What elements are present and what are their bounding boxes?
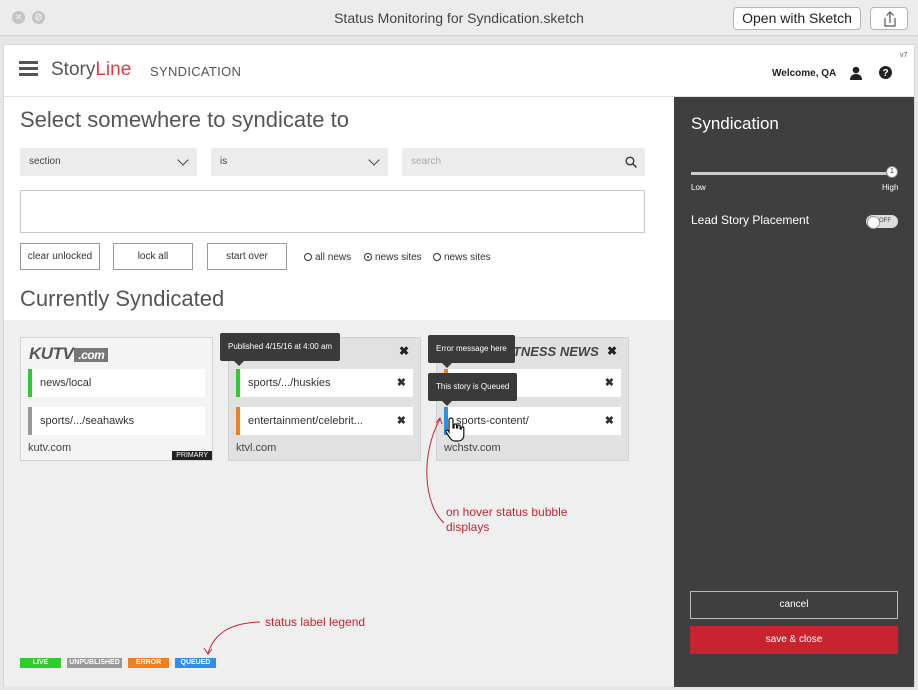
lead-story-label: Lead Story Placement <box>691 213 810 227</box>
app-header: StoryLine SYNDICATION v7 Welcome, QA ? <box>4 45 914 97</box>
chevron-down-icon <box>177 154 189 166</box>
remove-story-icon[interactable]: ✖ <box>397 407 406 435</box>
legend-error: ERROR <box>128 658 169 668</box>
storyline-logo: StoryLine <box>51 59 132 80</box>
destination-input[interactable] <box>20 190 645 233</box>
search-icon <box>625 156 637 168</box>
share-icon <box>884 11 896 27</box>
remove-story-icon[interactable]: ✖ <box>605 407 614 435</box>
remove-story-icon[interactable]: ✖ <box>397 369 406 397</box>
legend-queued: QUEUED <box>175 658 216 668</box>
clear-unlocked-button[interactable]: clear unlocked <box>20 243 100 270</box>
app-window: StoryLine SYNDICATION v7 Welcome, QA ? S… <box>3 44 915 687</box>
radio-news-sites-2[interactable]: news sites <box>433 252 491 263</box>
cancel-button[interactable]: cancel <box>690 591 898 619</box>
section-dropdown[interactable]: section <box>20 148 197 176</box>
open-with-sketch-button[interactable]: Open with Sketch <box>733 7 861 30</box>
story-row[interactable]: entertainment/celebrit... ✖ <box>236 407 413 435</box>
slider-high-label: High <box>882 183 899 192</box>
kutv-logo: KUTV .com <box>29 344 109 364</box>
lock-all-button[interactable]: lock all <box>113 243 193 270</box>
window-titlebar: × ⊘ Status Monitoring for Syndication.sk… <box>0 0 918 36</box>
section-title: SYNDICATION <box>150 64 242 79</box>
remove-card-icon[interactable]: ✖ <box>607 344 617 358</box>
published-tooltip: Published 4/15/16 at 4:00 am <box>220 333 341 366</box>
legend-unpublished: UNPUBLISHED <box>67 658 122 668</box>
chevron-down-icon <box>368 154 380 166</box>
legend-annotation: status label legend <box>265 615 366 629</box>
user-icon[interactable] <box>850 66 862 80</box>
radio-all-news[interactable]: all news <box>304 252 351 263</box>
menu-icon[interactable] <box>19 61 38 76</box>
legend-annotation-arrow <box>203 621 261 655</box>
lead-story-toggle[interactable]: OFF <box>866 215 898 229</box>
panel-title: Syndication <box>691 114 779 133</box>
search-input[interactable]: search <box>402 148 645 176</box>
story-row[interactable]: sports/.../seahawks <box>28 407 205 435</box>
legend-live: LIVE <box>20 658 61 668</box>
syndication-panel: Syndication 1 Low High Lead Story Placem… <box>674 97 914 687</box>
start-over-button[interactable]: start over <box>207 243 287 270</box>
story-row[interactable]: sports/.../huskies ✖ <box>236 369 413 397</box>
card-domain: kutv.com <box>28 442 72 454</box>
priority-slider[interactable] <box>691 172 895 175</box>
page-heading: Select somewhere to syndicate to <box>20 107 349 132</box>
welcome-text: Welcome, QA <box>772 68 837 79</box>
primary-badge: PRIMARY <box>172 451 212 460</box>
hover-annotation-line1: on hover status bubble <box>446 505 568 519</box>
operator-dropdown[interactable]: is <box>211 148 388 176</box>
error-tooltip: Error message here <box>428 335 515 368</box>
radio-news-sites[interactable]: news sites <box>364 252 422 263</box>
slider-handle[interactable]: 1 <box>886 166 898 178</box>
remove-card-icon[interactable]: ✖ <box>399 344 409 358</box>
hover-annotation-line2: displays <box>446 520 490 534</box>
save-close-button[interactable]: save & close <box>690 626 898 654</box>
story-row[interactable]: news/local <box>28 369 205 397</box>
card-domain: ktvl.com <box>236 442 277 454</box>
help-icon[interactable]: ? <box>879 66 892 79</box>
queued-tooltip: This story is Queued <box>428 373 518 406</box>
syndication-card-kutv: KUTV .com news/local sports/.../seahawks … <box>20 337 213 461</box>
slider-low-label: Low <box>691 183 706 192</box>
story-row[interactable]: sports-content/✖ <box>444 407 621 435</box>
svg-text:?: ? <box>882 68 888 79</box>
remove-story-icon[interactable]: ✖ <box>605 369 614 397</box>
currently-syndicated-heading: Currently Syndicated <box>20 286 225 311</box>
share-button[interactable] <box>870 7 908 30</box>
version-label: v7 <box>900 52 908 59</box>
